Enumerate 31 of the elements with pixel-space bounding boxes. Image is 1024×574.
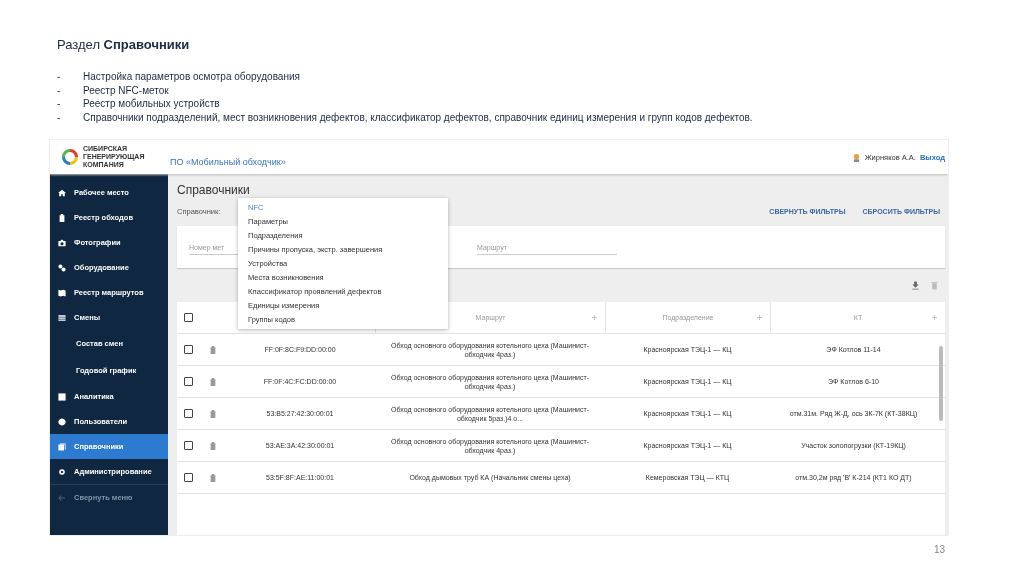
bullet-marker: -	[57, 70, 62, 84]
trash-icon[interactable]	[930, 280, 939, 290]
book-icon	[58, 442, 66, 451]
list-icon	[58, 313, 66, 322]
checkbox[interactable]	[184, 473, 193, 482]
map-icon	[58, 288, 66, 297]
sort-icon[interactable]	[757, 315, 762, 320]
page-title: Справочники	[177, 183, 251, 197]
bullet-text: Настройка параметров осмотра оборудования	[83, 70, 300, 84]
bullet-marker: -	[57, 83, 62, 97]
sort-icon[interactable]	[592, 315, 597, 320]
bullet-marker: -	[57, 97, 62, 111]
logo-icon	[60, 147, 80, 167]
bullet-text: Справочники подразделений, мест возникновения дефектов, классификатор дефектов, справочник единиц измерения и групп кодов дефектов.	[83, 110, 753, 124]
sort-icon[interactable]	[932, 315, 937, 320]
checkbox[interactable]	[184, 345, 193, 354]
camera-icon	[58, 238, 66, 247]
bullet-marker: -	[57, 110, 62, 124]
checkbox[interactable]	[184, 409, 193, 418]
slide-title: Раздел Справочники	[57, 37, 191, 52]
checkbox[interactable]	[184, 377, 193, 386]
checkbox[interactable]	[184, 313, 193, 322]
bullet-text: Реестр мобильных устройств	[83, 97, 220, 111]
checkbox[interactable]	[184, 441, 193, 450]
download-icon[interactable]	[911, 280, 920, 290]
back-arrow-icon	[58, 493, 66, 502]
bullet-text: Реестр NFC-меток	[83, 83, 169, 97]
page-number: 13	[934, 544, 946, 555]
scrollbar[interactable]	[939, 346, 943, 421]
app-title: ПО «Мобильный обходчик»	[170, 157, 286, 167]
home-icon	[58, 188, 66, 197]
